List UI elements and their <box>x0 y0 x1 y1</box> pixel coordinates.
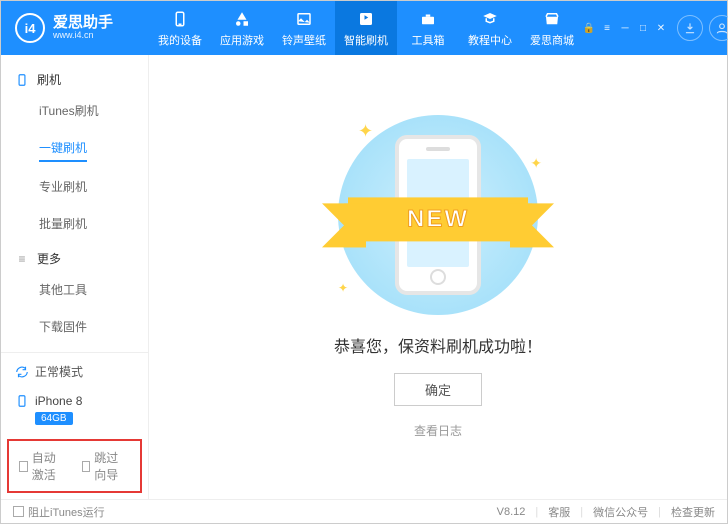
user-button[interactable] <box>709 15 728 41</box>
sparkle-icon: ✦ <box>338 281 348 295</box>
sidebar-item-itunes-flash[interactable]: iTunes刷机 <box>39 92 148 129</box>
sparkle-icon: ✦ <box>530 155 542 172</box>
flash-icon <box>356 9 376 29</box>
top-tabs: 我的设备 应用游戏 铃声壁纸 智能刷机 工具箱 教程中心 爱思商城 <box>149 1 583 55</box>
tab-ringtones[interactable]: 铃声壁纸 <box>273 1 335 55</box>
close-icon[interactable]: ✕ <box>655 22 667 34</box>
sidebar-group-more[interactable]: ≡ 更多 <box>1 242 148 271</box>
view-log-link[interactable]: 查看日志 <box>414 422 462 439</box>
lock-icon[interactable]: 🔒 <box>583 22 595 34</box>
download-button[interactable] <box>677 15 703 41</box>
sidebar-item-oneclick-flash[interactable]: 一键刷机 <box>39 129 87 162</box>
menu-icon[interactable]: ≡ <box>601 22 613 34</box>
tab-toolbox[interactable]: 工具箱 <box>397 1 459 55</box>
auto-activate-checkbox[interactable]: 自动激活 <box>19 449 68 483</box>
device-icon <box>15 394 29 408</box>
tab-my-device[interactable]: 我的设备 <box>149 1 211 55</box>
status-bar: 阻止iTunes运行 V8.12| 客服| 微信公众号| 检查更新 <box>1 499 727 523</box>
brand: i4 爱思助手 www.i4.cn <box>1 13 149 43</box>
wallpaper-icon <box>294 9 314 29</box>
sidebar-group-flash[interactable]: 刷机 <box>1 63 148 92</box>
phone-icon <box>170 9 190 29</box>
ok-button[interactable]: 确定 <box>394 373 482 406</box>
block-itunes-checkbox[interactable]: 阻止iTunes运行 <box>13 504 105 520</box>
wechat-link[interactable]: 微信公众号 <box>593 504 648 520</box>
header-right: 🔒 ≡ ─ □ ✕ <box>583 15 728 41</box>
tab-store[interactable]: 爱思商城 <box>521 1 583 55</box>
sidebar-item-pro-flash[interactable]: 专业刷机 <box>39 168 148 205</box>
main-content: ✦ ✦ ✦ NEW 恭喜您，保资料刷机成功啦！ 确定 查看日志 <box>149 55 727 499</box>
maximize-icon[interactable]: □ <box>637 22 649 34</box>
storage-badge: 64GB <box>35 412 73 425</box>
store-icon <box>542 9 562 29</box>
skip-guide-checkbox[interactable]: 跳过向导 <box>82 449 131 483</box>
tutorial-icon <box>480 9 500 29</box>
new-ribbon: NEW <box>348 197 528 241</box>
minimize-icon[interactable]: ─ <box>619 22 631 34</box>
brand-name: 爱思助手 <box>53 15 113 30</box>
tab-tutorials[interactable]: 教程中心 <box>459 1 521 55</box>
sidebar-item-batch-flash[interactable]: 批量刷机 <box>39 205 148 242</box>
brand-url: www.i4.cn <box>53 30 113 41</box>
success-message: 恭喜您，保资料刷机成功啦！ <box>334 333 542 357</box>
sidebar: 刷机 iTunes刷机 一键刷机 专业刷机 批量刷机 ≡ 更多 其他工具 下载固… <box>1 55 149 499</box>
brand-text: 爱思助手 www.i4.cn <box>53 15 113 41</box>
flash-options-highlight: 自动激活 跳过向导 <box>7 439 142 493</box>
update-link[interactable]: 检查更新 <box>671 504 715 520</box>
device-mode[interactable]: 正常模式 <box>1 353 148 390</box>
sidebar-item-other-tools[interactable]: 其他工具 <box>39 271 148 308</box>
phone-outline-icon <box>15 73 29 87</box>
app-header: i4 爱思助手 www.i4.cn 我的设备 应用游戏 铃声壁纸 智能刷机 工具… <box>1 1 727 55</box>
window-controls: 🔒 ≡ ─ □ ✕ <box>583 22 667 34</box>
more-icon: ≡ <box>15 252 29 266</box>
apps-icon <box>232 9 252 29</box>
logo-icon: i4 <box>15 13 45 43</box>
refresh-icon <box>15 365 29 379</box>
success-illustration: ✦ ✦ ✦ NEW <box>328 115 548 315</box>
tab-flash[interactable]: 智能刷机 <box>335 1 397 55</box>
toolbox-icon <box>418 9 438 29</box>
version-label: V8.12 <box>497 506 526 518</box>
tab-apps[interactable]: 应用游戏 <box>211 1 273 55</box>
device-info[interactable]: iPhone 8 64GB <box>1 390 148 435</box>
support-link[interactable]: 客服 <box>548 504 570 520</box>
sparkle-icon: ✦ <box>358 121 373 142</box>
sidebar-item-advanced[interactable]: 高级功能 <box>39 345 148 352</box>
sidebar-item-download-fw[interactable]: 下载固件 <box>39 308 148 345</box>
